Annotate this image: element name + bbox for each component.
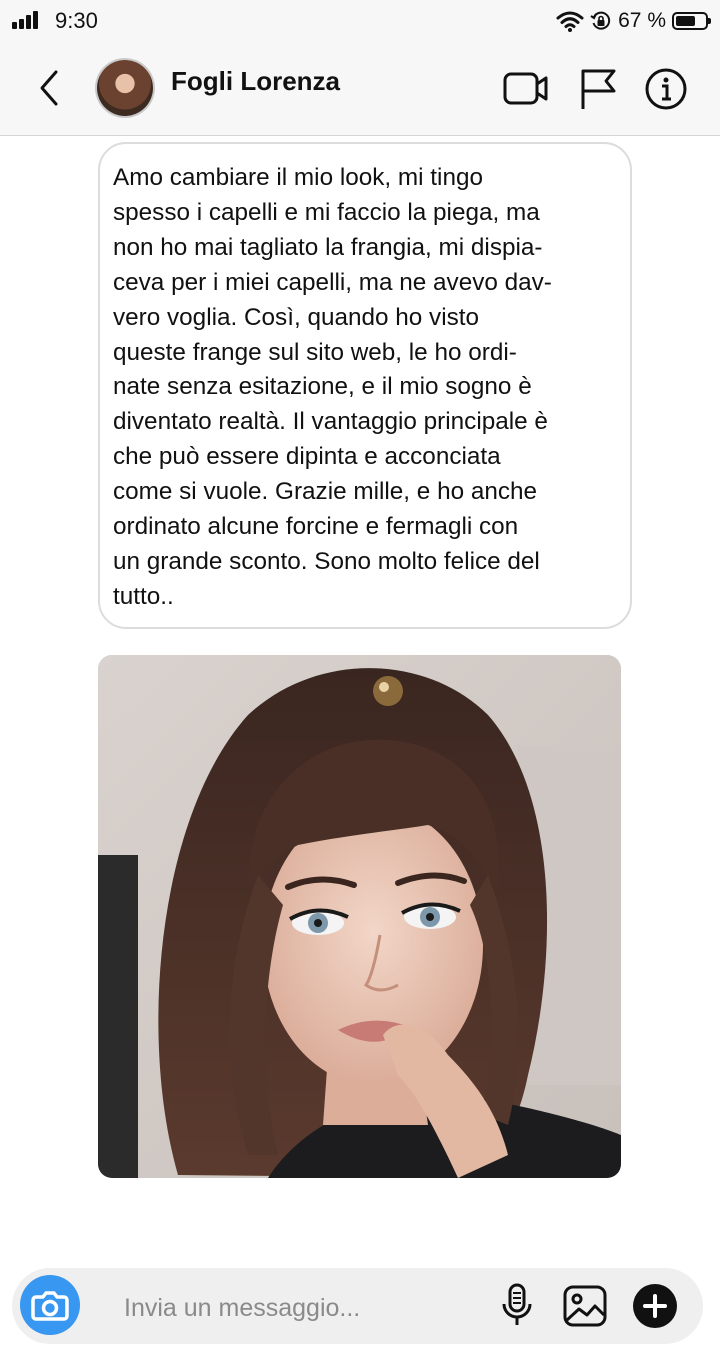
message-bubble[interactable]: Amo cambiare il mio look, mi tingo spess… xyxy=(98,142,632,629)
camera-icon xyxy=(31,1291,69,1321)
report-button[interactable] xyxy=(578,66,618,112)
back-button[interactable] xyxy=(30,66,70,110)
signal-icon xyxy=(12,11,42,29)
chat-header: Fogli Lorenza xyxy=(0,42,720,136)
wifi-icon xyxy=(556,11,584,32)
gallery-button[interactable] xyxy=(562,1282,608,1330)
status-bar: 9:30 67 % xyxy=(0,0,720,42)
battery-percent: 67 % xyxy=(618,9,666,32)
rotation-lock-icon xyxy=(590,11,611,30)
video-call-icon xyxy=(503,72,548,105)
back-chevron-icon xyxy=(40,70,58,106)
info-icon xyxy=(645,68,687,110)
camera-button[interactable] xyxy=(20,1275,80,1335)
plus-icon xyxy=(643,1294,667,1318)
battery-icon xyxy=(672,12,711,30)
contact-name[interactable]: Fogli Lorenza xyxy=(171,66,340,97)
portrait-photo xyxy=(98,655,621,1178)
gallery-icon xyxy=(563,1285,607,1327)
flag-icon xyxy=(581,69,616,109)
microphone-icon xyxy=(502,1283,532,1325)
video-call-button[interactable] xyxy=(503,66,549,112)
message-composer xyxy=(12,1268,703,1344)
battery-level-fill xyxy=(676,16,695,26)
voice-message-button[interactable] xyxy=(497,1282,537,1330)
photo-message[interactable] xyxy=(98,655,621,1178)
message-input[interactable] xyxy=(122,1288,486,1328)
status-time: 9:30 xyxy=(55,8,98,33)
avatar[interactable] xyxy=(97,60,153,116)
more-options-button[interactable] xyxy=(633,1284,677,1328)
info-button[interactable] xyxy=(644,66,688,112)
message-text: Amo cambiare il mio look, mi tingo spess… xyxy=(113,164,552,610)
